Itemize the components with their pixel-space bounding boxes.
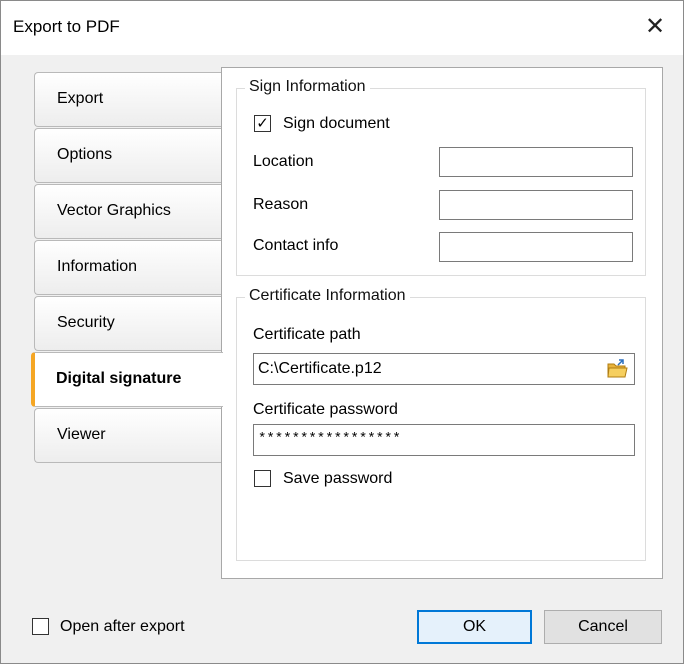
title-bar: Export to PDF ✕ — [1, 1, 683, 55]
reason-label: Reason — [253, 196, 309, 213]
location-label: Location — [253, 153, 314, 170]
certificate-path-field[interactable]: C:\Certificate.p12 — [253, 353, 635, 385]
ok-button[interactable]: OK — [417, 610, 532, 644]
group-title: Certificate Information — [245, 287, 410, 305]
certificate-password-field[interactable]: ***************** — [253, 424, 635, 456]
group-title: Sign Information — [245, 78, 370, 96]
tab-label: Security — [57, 314, 115, 331]
tab-label: Viewer — [57, 426, 106, 443]
open-after-export-label: Open after export — [60, 618, 185, 635]
save-password-checkbox[interactable] — [254, 470, 271, 487]
sign-information-group: Sign Information ✓ Sign document Locatio… — [236, 78, 646, 276]
tab-label: Export — [57, 90, 104, 107]
certificate-information-group: Certificate Information Certificate path… — [236, 287, 646, 561]
tab-label: Options — [57, 146, 113, 163]
certificate-path-label: Certificate path — [253, 326, 361, 343]
tab-information[interactable]: Information — [34, 240, 221, 295]
tab-digital-signature[interactable]: Digital signature — [31, 352, 223, 407]
certificate-password-label: Certificate password — [253, 401, 398, 418]
tab-export[interactable]: Export — [34, 72, 221, 127]
certificate-path-value: C:\Certificate.p12 — [258, 360, 382, 377]
certificate-password-value: ***************** — [258, 431, 401, 447]
tab-label: Vector Graphics — [57, 202, 171, 219]
contact-info-label: Contact info — [253, 237, 339, 254]
open-after-export-checkbox[interactable] — [32, 618, 49, 635]
tab-viewer[interactable]: Viewer — [34, 408, 221, 463]
save-password-label: Save password — [283, 470, 393, 487]
close-icon[interactable]: ✕ — [637, 11, 673, 43]
contact-info-field[interactable] — [439, 232, 633, 262]
export-to-pdf-dialog: Export to PDF ✕ Export Options Vector Gr… — [0, 0, 684, 664]
sign-document-checkbox[interactable]: ✓ — [254, 115, 271, 132]
tab-label: Digital signature — [56, 370, 182, 387]
reason-field[interactable] — [439, 190, 633, 220]
tab-options[interactable]: Options — [34, 128, 221, 183]
tab-vector-graphics[interactable]: Vector Graphics — [34, 184, 221, 239]
tab-security[interactable]: Security — [34, 296, 221, 351]
dialog-title: Export to PDF — [13, 17, 120, 36]
digital-signature-panel: Sign Information ✓ Sign document Locatio… — [221, 67, 663, 579]
cancel-button[interactable]: Cancel — [544, 610, 662, 644]
folder-open-icon[interactable] — [606, 358, 628, 380]
tab-label: Information — [57, 258, 138, 275]
sign-document-label: Sign document — [283, 115, 390, 132]
location-field[interactable] — [439, 147, 633, 177]
